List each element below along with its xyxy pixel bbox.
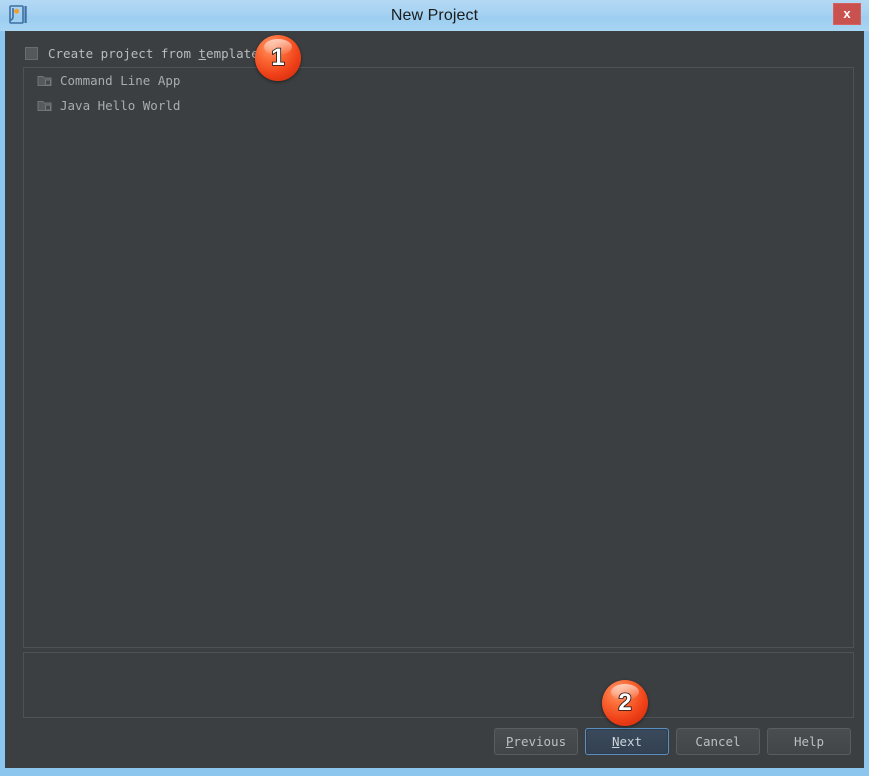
annotation-badge-1-number: 1 [271, 43, 286, 72]
create-from-template-label: Create project from template [48, 46, 259, 61]
dialog-body: Create project from template Command Lin… [5, 31, 864, 768]
previous-button[interactable]: Previous [494, 728, 578, 755]
annotation-badge-2: 2 [602, 680, 648, 726]
create-from-template-row[interactable]: Create project from template [25, 43, 259, 63]
description-panel [23, 652, 854, 718]
next-button-label: ext [619, 734, 643, 749]
template-label-suffix: emplate [206, 45, 259, 61]
template-label-mnemonic: t [198, 45, 207, 61]
checkbox-unchecked-icon[interactable] [25, 46, 38, 60]
template-list-panel[interactable]: Command Line App Java Hello World [23, 67, 854, 648]
close-icon[interactable]: x [833, 3, 861, 25]
dialog-button-bar: Previous Next Cancel Help [5, 728, 864, 768]
new-project-dialog-window: New Project x Create project from templa… [0, 0, 869, 776]
module-folder-icon [37, 73, 53, 89]
list-item-label: Command Line App [60, 73, 181, 88]
annotation-badge-2-number: 2 [618, 688, 633, 717]
next-button[interactable]: Next [585, 728, 669, 755]
template-label-prefix: Create project from [48, 45, 199, 61]
title-bar: New Project x [0, 0, 869, 31]
previous-button-label: revious [513, 734, 567, 749]
annotation-badge-1: 1 [255, 35, 301, 81]
list-item[interactable]: Command Line App [24, 68, 853, 93]
list-item[interactable]: Java Hello World [24, 93, 853, 118]
module-folder-icon [37, 98, 53, 114]
window-title: New Project [390, 7, 479, 24]
list-item-label: Java Hello World [60, 98, 181, 113]
cancel-button[interactable]: Cancel [676, 728, 760, 755]
description-text [24, 653, 853, 669]
help-button[interactable]: Help [767, 728, 851, 755]
